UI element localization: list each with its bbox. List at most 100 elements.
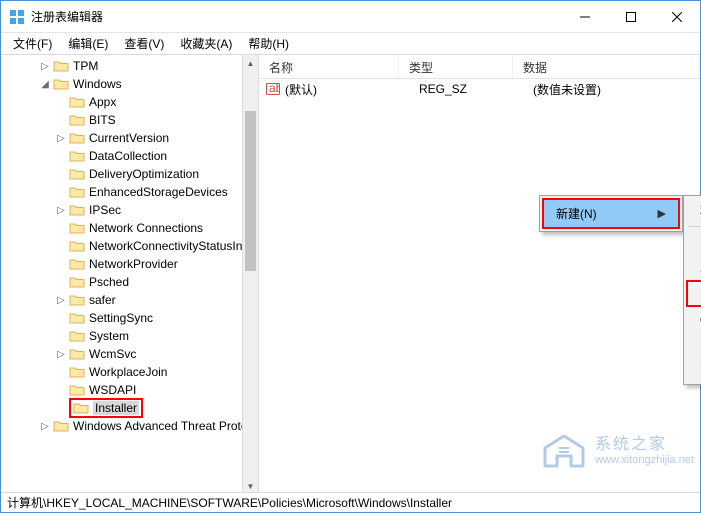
tree-item[interactable]: ▷ safer: [1, 291, 258, 309]
expander-icon[interactable]: ▷: [53, 205, 69, 216]
registry-tree[interactable]: ▷ TPM ◢ Windows AppxBITS ▷ CurrentVersion DataC…: [1, 55, 258, 435]
tree-pane: ▷ TPM ◢ Windows AppxBITS ▷ CurrentVersion DataC…: [1, 55, 259, 494]
folder-icon: [69, 149, 85, 163]
expander-icon[interactable]: ▷: [37, 421, 53, 432]
menubar: 文件(F) 编辑(E) 查看(V) 收藏夹(A) 帮助(H): [1, 33, 700, 55]
folder-icon: [69, 311, 85, 325]
tree-item[interactable]: Psched: [1, 273, 258, 291]
close-button[interactable]: [654, 1, 700, 33]
expander-icon[interactable]: ▷: [37, 61, 53, 72]
main-split: ▷ TPM ◢ Windows AppxBITS ▷ CurrentVersion DataC…: [1, 55, 700, 494]
minimize-button[interactable]: [562, 1, 608, 33]
cell-data: (数值未设置): [533, 81, 700, 98]
tree-item-label: Psched: [89, 275, 129, 289]
string-value-icon: ab: [265, 81, 281, 97]
submenu-key[interactable]: 项(K): [686, 198, 701, 223]
expander-icon[interactable]: ◢: [37, 79, 53, 90]
folder-icon: [53, 59, 69, 73]
tree-item-label: Network Connections: [89, 221, 203, 235]
tree-item[interactable]: DeliveryOptimization: [1, 165, 258, 183]
tree-scrollbar[interactable]: ▲ ▼: [242, 55, 258, 494]
tree-item[interactable]: EnhancedStorageDevices: [1, 183, 258, 201]
folder-icon: [69, 221, 85, 235]
menu-edit[interactable]: 编辑(E): [60, 33, 116, 54]
tree-item[interactable]: WSDAPI: [1, 381, 258, 399]
tree-item[interactable]: NetworkProvider: [1, 255, 258, 273]
tree-item[interactable]: SettingSync: [1, 309, 258, 327]
scroll-thumb[interactable]: [245, 111, 256, 271]
submenu-chevron-icon: ▶: [658, 207, 666, 220]
submenu-string[interactable]: 字符串值(S): [686, 230, 701, 255]
folder-icon: [69, 167, 85, 181]
tree-item[interactable]: ▷WcmSvc: [1, 345, 258, 363]
menu-file[interactable]: 文件(F): [5, 33, 60, 54]
col-data[interactable]: 数据: [513, 55, 700, 78]
watermark: 系统之家 www.xitongzhijia.net: [539, 430, 694, 472]
context-submenu-new[interactable]: 项(K) 字符串值(S) 二进制值(B) DWORD (32 位)值(D) QW…: [683, 195, 701, 385]
menu-help[interactable]: 帮助(H): [240, 33, 297, 54]
expander-icon[interactable]: ▷: [53, 349, 69, 360]
tree-item[interactable]: System: [1, 327, 258, 345]
tree-item[interactable]: ▷ TPM: [1, 57, 258, 75]
menu-separator: [688, 226, 701, 227]
folder-icon: [53, 77, 69, 91]
tree-item[interactable]: NetworkConnectivityStatusInd: [1, 237, 258, 255]
tree-item[interactable]: WorkplaceJoin: [1, 363, 258, 381]
menu-new[interactable]: 新建(N) ▶: [544, 200, 678, 227]
context-menu[interactable]: 新建(N) ▶: [539, 195, 683, 232]
menu-favorites[interactable]: 收藏夹(A): [172, 33, 240, 54]
folder-icon: [69, 347, 85, 361]
tree-item[interactable]: Network Connections: [1, 219, 258, 237]
window-title: 注册表编辑器: [31, 8, 562, 25]
tree-item-label: IPSec: [89, 203, 121, 217]
expander-icon[interactable]: ▷: [53, 133, 69, 144]
menu-view[interactable]: 查看(V): [116, 33, 172, 54]
tree-item-label: CurrentVersion: [89, 131, 169, 145]
maximize-button[interactable]: [608, 1, 654, 33]
submenu-binary[interactable]: 二进制值(B): [686, 255, 701, 280]
svg-text:ab: ab: [269, 82, 280, 95]
scroll-track[interactable]: [243, 71, 258, 478]
tree-item[interactable]: ▷ Windows Advanced Threat Prote: [1, 417, 258, 435]
tree-item-label: TPM: [73, 59, 98, 73]
tree-item-label: WorkplaceJoin: [89, 365, 167, 379]
tree-item-label: DataCollection: [89, 149, 167, 163]
folder-icon: [69, 113, 85, 127]
col-type[interactable]: 类型: [399, 55, 513, 78]
folder-icon: [69, 329, 85, 343]
submenu-qword[interactable]: QWORD (64 位)值(Q): [686, 307, 701, 332]
submenu-multi[interactable]: 多字符串值(M): [686, 332, 701, 357]
submenu-expand[interactable]: 可扩充字符串值(E): [686, 357, 701, 382]
folder-icon: [69, 275, 85, 289]
folder-icon: [69, 383, 85, 397]
tree-item[interactable]: Installer: [1, 399, 258, 417]
tree-item-label: Windows: [73, 77, 122, 91]
folder-icon: [69, 95, 85, 109]
expander-icon[interactable]: ▷: [53, 295, 69, 306]
watermark-text: 系统之家: [595, 436, 694, 454]
tree-item-label: System: [89, 329, 129, 343]
tree-item-label: Installer: [93, 401, 139, 415]
tree-item[interactable]: Appx: [1, 93, 258, 111]
submenu-dword[interactable]: DWORD (32 位)值(D): [686, 280, 701, 307]
tree-item[interactable]: DataCollection: [1, 147, 258, 165]
cell-type: REG_SZ: [419, 82, 533, 96]
tree-item-label: NetworkConnectivityStatusInd: [89, 239, 249, 253]
col-name[interactable]: 名称: [259, 55, 399, 78]
app-icon: [9, 9, 25, 25]
list-row[interactable]: ab (默认) REG_SZ (数值未设置): [259, 79, 700, 99]
tree-item-label: WSDAPI: [89, 383, 136, 397]
folder-icon: [69, 131, 85, 145]
tree-item-label: Windows Advanced Threat Prote: [73, 419, 248, 433]
tree-item[interactable]: ◢ Windows: [1, 75, 258, 93]
scroll-up-button[interactable]: ▲: [243, 55, 258, 71]
folder-icon: [69, 293, 85, 307]
menu-new-label: 新建(N): [556, 205, 597, 222]
folder-icon: [69, 185, 85, 199]
tree-item[interactable]: ▷ IPSec: [1, 201, 258, 219]
tree-item[interactable]: ▷ CurrentVersion: [1, 129, 258, 147]
tree-item-label: safer: [89, 293, 116, 307]
tree-item-label: NetworkProvider: [89, 257, 178, 271]
tree-item[interactable]: BITS: [1, 111, 258, 129]
watermark-url: www.xitongzhijia.net: [595, 454, 694, 466]
